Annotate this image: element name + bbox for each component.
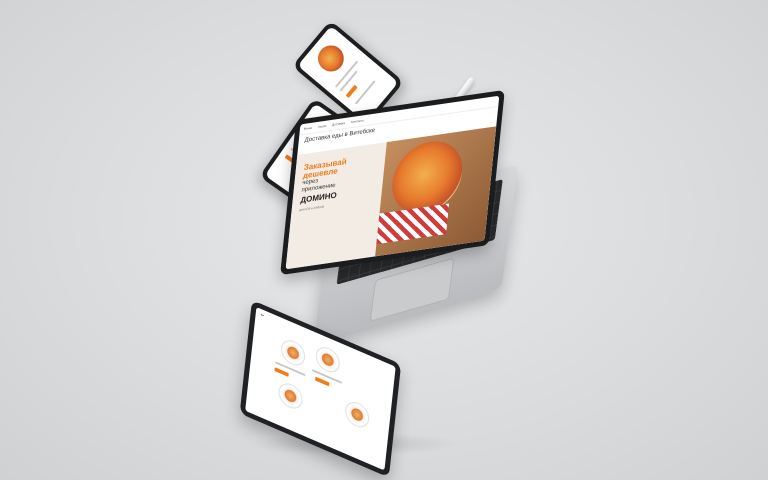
- pizza-image: [312, 40, 350, 77]
- pasta-plate-image: [343, 397, 371, 432]
- nav-item[interactable]: Меню: [304, 126, 312, 131]
- promo-text: Заказывай дешевле через приложение ДОМИН…: [299, 153, 383, 212]
- napkin-image: [376, 203, 450, 245]
- nav-item[interactable]: Контакты: [351, 118, 364, 124]
- nav-item[interactable]: Доставка: [332, 121, 345, 127]
- pizza-board-image: [375, 126, 497, 257]
- laptop-display: Меню Акции Доставка Контакты Доставка ед…: [285, 95, 500, 270]
- price-button[interactable]: [315, 376, 330, 387]
- hero-banner: Заказывай дешевле через приложение ДОМИН…: [285, 126, 497, 270]
- nav-item[interactable]: Акции: [318, 124, 327, 129]
- price-button[interactable]: [274, 367, 289, 377]
- price-button[interactable]: [345, 84, 358, 99]
- tablet-logo: ▪▪: [260, 311, 264, 318]
- pasta-plate-image: [277, 379, 304, 413]
- text-line: [354, 80, 376, 105]
- laptop-screen-bezel: Меню Акции Доставка Контакты Доставка ед…: [280, 89, 505, 276]
